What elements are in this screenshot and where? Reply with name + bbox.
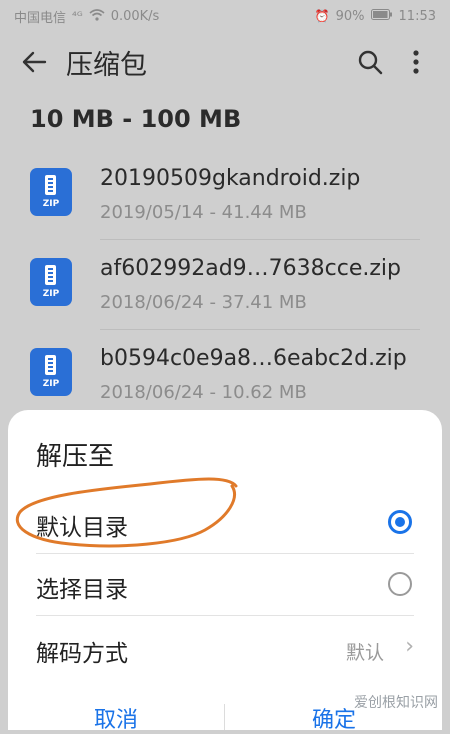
signal-icon: ⁴ᴳ: [72, 9, 83, 23]
file-row[interactable]: ZIP 20190509gkandroid.zip 2019/05/14 - 4…: [0, 150, 450, 240]
watermark: 爱创根知识网: [354, 695, 438, 711]
app-header: 压缩包: [0, 32, 450, 92]
file-name: 20190509gkandroid.zip: [100, 166, 361, 191]
zip-file-icon: ZIP: [30, 348, 72, 396]
zip-file-icon: ZIP: [30, 258, 72, 306]
zip-label: ZIP: [42, 199, 60, 209]
zip-file-icon: ZIP: [30, 168, 72, 216]
search-icon: [358, 50, 383, 75]
divider: [36, 615, 414, 616]
battery-percent: 90%: [335, 8, 365, 24]
radio-unselected-icon[interactable]: [388, 572, 412, 596]
option-decode-method[interactable]: 解码方式 默认 ›: [8, 618, 442, 680]
file-list: ZIP 20190509gkandroid.zip 2019/05/14 - 4…: [0, 150, 450, 420]
arrow-left-icon: [22, 51, 47, 73]
radio-selected-icon[interactable]: [388, 510, 412, 534]
decode-value: 默认: [345, 642, 384, 664]
carrier-label: 中国电信: [14, 10, 67, 26]
cancel-button[interactable]: 取消: [94, 702, 138, 734]
file-meta: 2019/05/14 - 41.44 MB: [100, 202, 307, 223]
sheet-title: 解压至: [36, 442, 115, 472]
extract-to-sheet: 解压至 默认目录 选择目录 解码方式 默认 › 取消 确定: [8, 410, 442, 733]
network-speed: 0.00K/s: [110, 8, 160, 24]
size-group-title: 10 MB - 100 MB: [30, 105, 242, 133]
file-meta: 2018/06/24 - 10.62 MB: [100, 382, 307, 403]
file-name: b0594c0e9a8…6eabc2d.zip: [100, 346, 407, 371]
divider: [224, 704, 225, 730]
file-row[interactable]: ZIP b0594c0e9a8…6eabc2d.zip 2018/06/24 -…: [0, 330, 450, 420]
confirm-button[interactable]: 确定: [312, 702, 356, 734]
wifi-icon: [89, 8, 105, 24]
more-vert-icon: [413, 50, 419, 74]
option-choose-directory[interactable]: 选择目录: [8, 554, 442, 616]
search-button[interactable]: [352, 44, 388, 80]
zip-label: ZIP: [42, 379, 60, 389]
file-name: af602992ad9…7638cce.zip: [100, 256, 401, 281]
option-label: 默认目录: [36, 515, 128, 541]
chevron-right-icon: ›: [405, 634, 414, 659]
zip-label: ZIP: [42, 289, 60, 299]
more-button[interactable]: [398, 44, 434, 80]
file-row[interactable]: ZIP af602992ad9…7638cce.zip 2018/06/24 -…: [0, 240, 450, 330]
battery-icon: [370, 8, 393, 24]
page-title: 压缩包: [66, 49, 147, 81]
status-bar: 中国电信 ⁴ᴳ 0.00K/s ⏰ 90% 11:53: [0, 0, 450, 32]
back-button[interactable]: [16, 44, 52, 80]
clock: 11:53: [398, 8, 436, 24]
file-meta: 2018/06/24 - 37.41 MB: [100, 292, 307, 313]
option-label: 解码方式: [36, 641, 128, 667]
option-default-directory[interactable]: 默认目录: [8, 492, 442, 554]
alarm-icon: ⏰: [314, 9, 330, 23]
option-label: 选择目录: [36, 577, 128, 603]
